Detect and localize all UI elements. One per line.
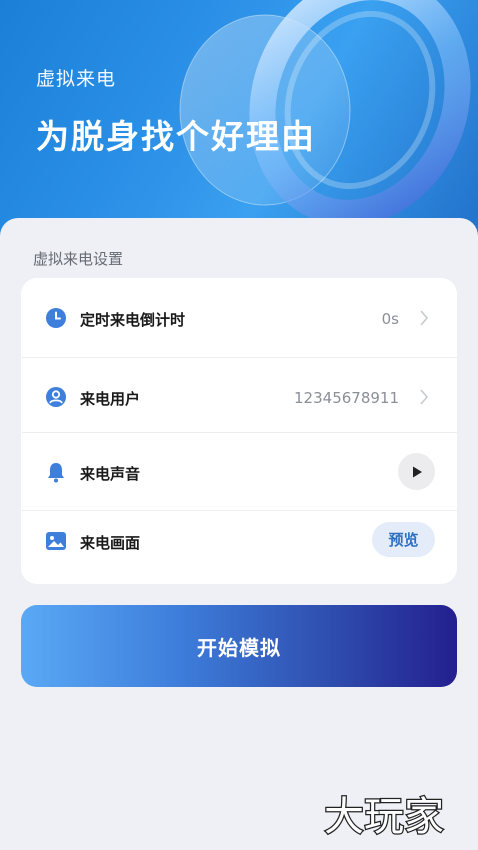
play-icon — [412, 466, 422, 477]
ringtone-row[interactable]: 来电声音 — [21, 433, 457, 510]
caller-user-row[interactable]: 来电用户 12345678911 — [21, 358, 457, 433]
chevron-right-icon — [420, 389, 429, 405]
start-simulation-button[interactable]: 开始模拟 — [21, 605, 457, 687]
user-icon — [46, 387, 66, 407]
watermark-logo: 大玩家 — [323, 793, 446, 840]
call-screen-row[interactable]: 来电画面 预览 — [21, 510, 457, 572]
caller-user-value: 12345678911 — [294, 389, 399, 407]
caller-user-label: 来电用户 — [80, 390, 141, 408]
countdown-label: 定时来电倒计时 — [80, 311, 186, 329]
divider — [22, 357, 458, 358]
ringtone-label: 来电声音 — [80, 465, 141, 483]
settings-card: 定时来电倒计时 0s 来电用户 12345678911 来电声音 来电画面 预览 — [21, 278, 457, 584]
svg-text:大玩家: 大玩家 — [324, 794, 444, 840]
clock-icon — [46, 308, 66, 328]
divider — [22, 510, 458, 511]
chevron-right-icon — [420, 310, 429, 326]
hero-banner: 虚拟来电 为脱身找个好理由 — [0, 0, 478, 250]
bell-icon — [48, 463, 64, 483]
section-label: 虚拟来电设置 — [33, 250, 124, 268]
image-icon — [46, 532, 66, 550]
call-screen-label: 来电画面 — [80, 534, 141, 552]
hero-title: 为脱身找个好理由 — [36, 117, 316, 156]
hero-subtitle: 虚拟来电 — [36, 68, 117, 90]
countdown-value: 0s — [381, 310, 399, 328]
divider — [22, 432, 458, 433]
countdown-row[interactable]: 定时来电倒计时 0s — [21, 278, 457, 358]
play-button[interactable] — [398, 453, 435, 490]
preview-button[interactable]: 预览 — [372, 522, 435, 557]
